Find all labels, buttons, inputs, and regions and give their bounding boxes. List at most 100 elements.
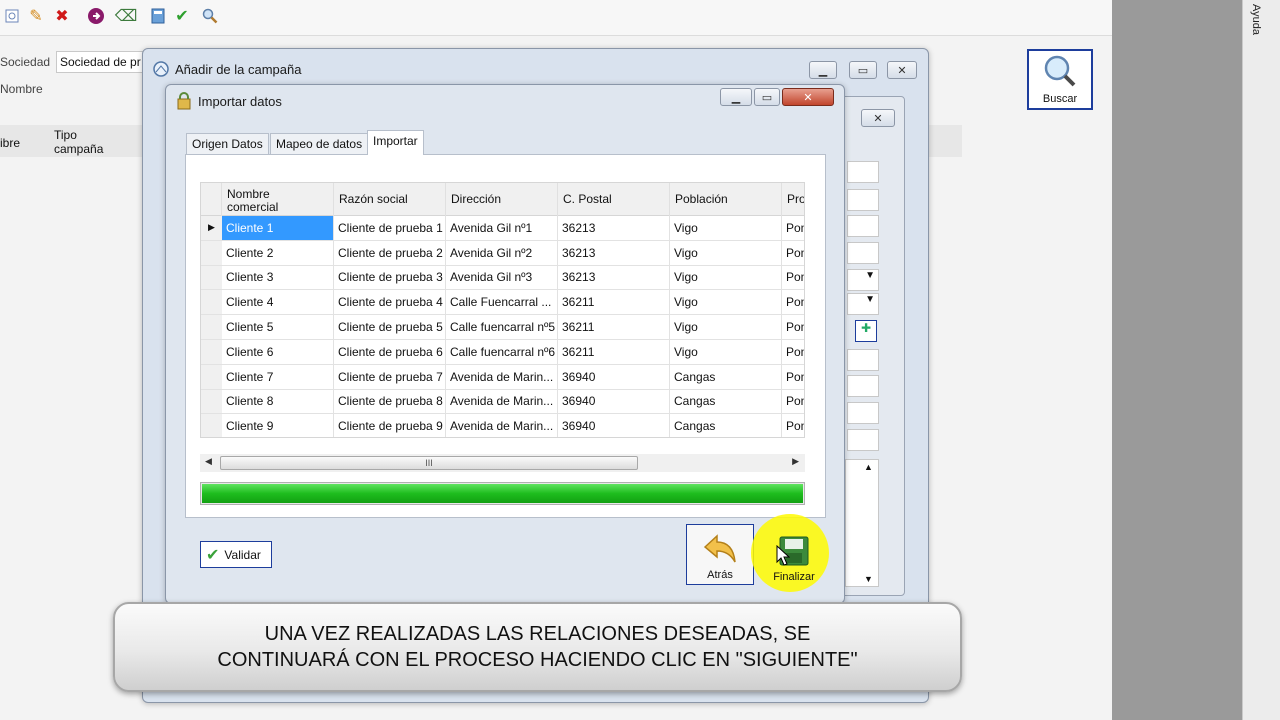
- eraser-icon[interactable]: ⌫: [115, 6, 138, 26]
- table-cell[interactable]: Cliente de prueba 3: [334, 265, 446, 291]
- column-header-razon-social[interactable]: Razón social: [334, 183, 446, 216]
- dropdown-arrow-icon[interactable]: ▼: [847, 269, 879, 291]
- table-cell[interactable]: Pon: [782, 266, 804, 291]
- table-cell[interactable]: Cliente 5: [222, 315, 334, 340]
- table-cell[interactable]: 36211: [558, 340, 670, 365]
- horizontal-scrollbar[interactable]: ◀ III ▶: [200, 454, 805, 472]
- table-cell[interactable]: Cliente 2: [222, 240, 334, 266]
- scrollbar-thumb[interactable]: III: [220, 456, 638, 470]
- scroll-left-icon[interactable]: ◀: [205, 456, 212, 467]
- maximize-button[interactable]: ▭: [754, 88, 780, 106]
- table-cell[interactable]: Cangas: [670, 364, 782, 390]
- row-header[interactable]: [201, 414, 222, 437]
- check-icon[interactable]: ✔: [172, 6, 192, 26]
- table-cell[interactable]: Pon: [782, 390, 804, 415]
- row-header[interactable]: [201, 265, 222, 291]
- validar-button[interactable]: ✔ Validar: [200, 541, 272, 568]
- column-header-c-postal[interactable]: C. Postal: [558, 183, 670, 216]
- column-header-nombre-comercial[interactable]: Nombre comercial: [222, 183, 334, 216]
- edit-pencil-icon[interactable]: ✎: [26, 6, 46, 26]
- table-cell[interactable]: Avenida de Marin...: [446, 414, 558, 437]
- table-row[interactable]: Cliente 2 Cliente de prueba 2 Avenida Gil …: [201, 240, 804, 266]
- table-cell[interactable]: Vigo: [670, 315, 782, 340]
- table-cell[interactable]: 36940: [558, 414, 670, 437]
- row-header[interactable]: [201, 290, 222, 316]
- table-cell[interactable]: Cliente de prueba 9: [334, 414, 446, 437]
- close-button[interactable]: ✕: [782, 88, 834, 106]
- table-cell[interactable]: Vigo: [670, 290, 782, 316]
- table-row[interactable]: Cliente 3 Cliente de prueba 3 Avenida Gil …: [201, 265, 804, 291]
- table-cell[interactable]: Pon: [782, 290, 804, 316]
- column-header-direccion[interactable]: Dirección: [446, 183, 558, 216]
- calculator-icon[interactable]: [148, 6, 168, 26]
- preview-icon[interactable]: [2, 6, 22, 26]
- table-cell[interactable]: Cliente de prueba 5: [334, 315, 446, 340]
- table-cell[interactable]: Avenida de Marin...: [446, 389, 558, 415]
- table-cell[interactable]: Pon: [782, 365, 804, 390]
- subwindow-field[interactable]: [847, 215, 879, 237]
- table-cell[interactable]: 36213: [558, 216, 670, 241]
- maximize-button[interactable]: ▭: [849, 61, 877, 79]
- delete-icon[interactable]: ✖: [52, 6, 72, 26]
- close-button[interactable]: ✕: [887, 61, 917, 79]
- table-cell[interactable]: Pon: [782, 315, 804, 340]
- atras-button[interactable]: Atrás: [686, 524, 754, 585]
- table-cell[interactable]: Cliente 6: [222, 340, 334, 365]
- table-cell[interactable]: 36211: [558, 290, 670, 316]
- table-cell[interactable]: Cliente de prueba 4: [334, 290, 446, 316]
- forward-circle-icon[interactable]: [86, 6, 106, 26]
- row-header[interactable]: [201, 340, 222, 365]
- row-header[interactable]: [201, 315, 222, 340]
- row-header[interactable]: [201, 240, 222, 266]
- table-cell[interactable]: Cliente de prueba 6: [334, 340, 446, 365]
- table-row[interactable]: Cliente 5 Cliente de prueba 5 Calle fuenca…: [201, 315, 804, 340]
- finalizar-button[interactable]: Finalizar: [760, 524, 828, 585]
- table-cell[interactable]: Cliente de prueba 7: [334, 364, 446, 390]
- buscar-button[interactable]: Buscar: [1027, 49, 1093, 110]
- table-row[interactable]: ▶ Cliente 1 Cliente de prueba 1 Avenida Gil…: [201, 216, 804, 241]
- scroll-right-icon[interactable]: ▶: [792, 456, 799, 467]
- subwindow-close-button[interactable]: ✕: [861, 109, 895, 127]
- table-row[interactable]: Cliente 8 Cliente de prueba 8 Avenida de M…: [201, 389, 804, 415]
- table-cell[interactable]: 36940: [558, 389, 670, 415]
- table-cell[interactable]: Avenida Gil nº3: [446, 265, 558, 291]
- tab-origen-datos[interactable]: Origen Datos: [186, 133, 269, 155]
- table-row[interactable]: Cliente 9 Cliente de prueba 9 Avenida de M…: [201, 414, 804, 437]
- subwindow-field[interactable]: [847, 242, 879, 264]
- table-cell[interactable]: Cangas: [670, 414, 782, 437]
- table-cell[interactable]: Calle fuencarral nº6: [446, 340, 558, 365]
- table-cell[interactable]: Cliente de prueba 1: [334, 216, 446, 241]
- table-row[interactable]: Cliente 6 Cliente de prueba 6 Calle fuenca…: [201, 340, 804, 365]
- subwindow-field[interactable]: [847, 161, 879, 183]
- table-row[interactable]: Cliente 4 Cliente de prueba 4 Calle Fuenca…: [201, 290, 804, 316]
- table-cell[interactable]: Cliente de prueba 2: [334, 240, 446, 266]
- sociedad-field[interactable]: Sociedad de pr: [56, 51, 146, 73]
- tab-mapeo-de-datos[interactable]: Mapeo de datos: [270, 133, 369, 155]
- row-header[interactable]: [201, 364, 222, 390]
- table-cell[interactable]: Avenida Gil nº1: [446, 216, 558, 241]
- table-cell[interactable]: 36211: [558, 315, 670, 340]
- table-cell[interactable]: Vigo: [670, 240, 782, 266]
- table-cell[interactable]: Pon: [782, 340, 804, 365]
- subwindow-field[interactable]: [847, 402, 879, 424]
- help-tab[interactable]: Ayuda: [1248, 4, 1262, 44]
- table-cell[interactable]: Cliente 3: [222, 265, 334, 291]
- table-cell[interactable]: Cliente 4: [222, 290, 334, 316]
- dropdown-arrow-icon[interactable]: ▼: [847, 293, 879, 315]
- table-cell[interactable]: 36213: [558, 265, 670, 291]
- table-cell[interactable]: Pon: [782, 241, 804, 266]
- table-cell[interactable]: Avenida de Marin...: [446, 364, 558, 390]
- subwindow-field[interactable]: [847, 429, 879, 451]
- table-cell[interactable]: Cliente 7: [222, 364, 334, 390]
- table-cell[interactable]: Cangas: [670, 389, 782, 415]
- minimize-button[interactable]: ▁: [720, 88, 752, 106]
- row-header[interactable]: [201, 389, 222, 415]
- subwindow-field[interactable]: [847, 189, 879, 211]
- table-cell[interactable]: 36213: [558, 240, 670, 266]
- table-cell[interactable]: Cliente 8: [222, 389, 334, 415]
- row-header[interactable]: ▶: [201, 216, 222, 241]
- search-icon[interactable]: [200, 6, 220, 26]
- table-cell[interactable]: Calle Fuencarral ...: [446, 290, 558, 316]
- table-cell[interactable]: Cliente 9: [222, 414, 334, 437]
- scroll-up-icon[interactable]: ▲: [864, 462, 873, 472]
